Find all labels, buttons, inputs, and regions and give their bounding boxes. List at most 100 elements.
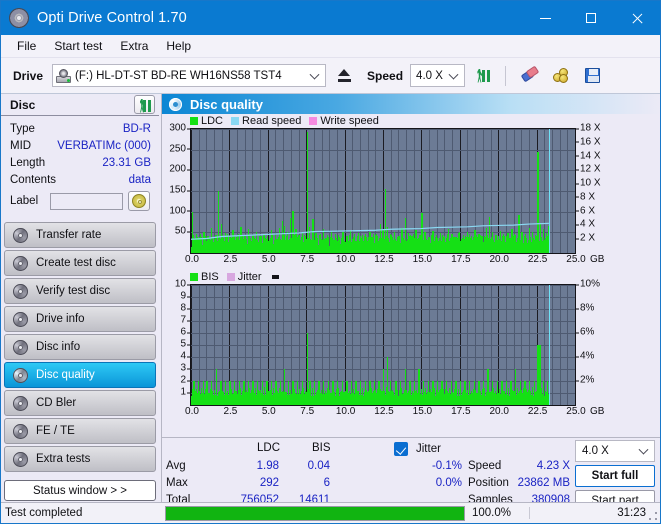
main-panel: Disc quality LDC Read speed Write speed [161,94,660,512]
maximize-icon [586,13,596,23]
disc-quality-icon [169,97,182,111]
sidebar-item-label: FE / TE [36,425,75,437]
legend-swatch [231,117,240,125]
legend-swatch [190,273,198,281]
window-title: Opti Drive Control 1.70 [37,10,187,26]
y2-tick-label: 12 X [576,164,601,175]
sidebar-item-drive-info[interactable]: Drive info [4,306,156,332]
speed-select[interactable]: 4.0 X [410,64,466,87]
y-tick-label: 250 [169,143,190,154]
ldc-plot-area[interactable] [190,128,576,254]
x-axis-unit-label: GB [590,406,605,417]
legend-item-read-speed: Read speed [231,115,301,127]
x-tick-label: 17.5 [451,406,471,417]
sidebar-item-disc-quality[interactable]: Disc quality [4,362,156,388]
stats-row-label-avg: Avg [166,460,186,472]
bis-chart: BIS Jitter 1 2 3 4 5 6 7 8 9 10 2% 4% 6% 8% 10% 0.0 2.… [162,270,660,420]
stats-jitter-avg: -0.1% [431,460,462,472]
status-window-button[interactable]: Status window > > [4,480,156,501]
legend-marker [271,275,279,279]
y-tick-label: 9 [180,291,190,302]
close-button[interactable] [614,1,660,35]
y2-tick-label: 2% [576,375,594,386]
stats-bis-max: 6 [323,477,330,489]
disc-label-input[interactable] [50,192,123,210]
resize-grip-icon[interactable] [648,511,658,521]
sidebar-item-create-test-disc[interactable]: Create test disc [4,250,156,276]
chevron-down-icon [638,444,649,455]
sidebar-item-label: Disc quality [36,369,95,381]
jitter-checkbox[interactable] [394,442,408,456]
start-full-button[interactable]: Start full [575,465,655,487]
menu-item-start-test[interactable]: Start test [45,37,111,55]
erase-button[interactable] [517,63,543,89]
ldc-y-axis-left: 50 100 150 200 250 300 [162,123,190,254]
x-tick-label: 15.0 [412,254,433,265]
drive-select[interactable]: (F:) HL-DT-ST BD-RE WH16NS58 TST4 [52,64,327,87]
drive-select-value: (F:) HL-DT-ST BD-RE WH16NS58 TST4 [75,69,282,82]
position-cursor-line [549,285,551,405]
menu-item-file[interactable]: File [8,37,45,55]
drive-label: Drive [13,68,44,83]
sidebar-item-verify-test-disc[interactable]: Verify test disc [4,278,156,304]
x-tick-label: 20.0 [489,406,509,417]
legend-label: Jitter [237,271,262,283]
save-button[interactable] [579,63,605,89]
minimize-button[interactable] [522,1,568,35]
disc-length-value: 23.31 GB [102,156,151,169]
bis-x-axis: 0.0 2.5 5.0 7.5 10.0 12.5 15.0 17.5 20.0 22.5 25.0… [185,406,616,420]
y-tick-label: 150 [169,185,190,196]
refresh-disc-button[interactable] [134,95,155,114]
disc-type-label: Type [10,122,35,135]
legend-label: Read speed [242,115,302,127]
disc-contents-label: Contents [10,173,57,186]
x-tick-label: 5.0 [261,406,276,417]
x-tick-label: 22.5 [527,406,548,417]
bis-y-axis-right: 2% 4% 6% 8% 10% [576,279,616,406]
refresh-disc-icon [138,98,152,113]
eject-icon [337,69,351,82]
sidebar-item-fe-te[interactable]: FE / TE [4,418,156,444]
maximize-button[interactable] [568,1,614,35]
app-disc-icon [9,8,29,28]
position-cursor-line [549,129,551,253]
y2-tick-label: 14 X [576,150,601,161]
x-tick-label: 15.0 [412,406,433,417]
ldc-x-axis: 0.0 2.5 5.0 7.5 10.0 12.5 15.0 17.5 20.0 22.5 25.0… [185,254,616,268]
sidebar: Disc Type BD-R MID VERBATIMc (000) Lengt… [1,94,159,503]
coins-button[interactable] [548,63,574,89]
sidebar-item-extra-tests[interactable]: Extra tests [4,446,156,472]
sidebar-item-cd-bler[interactable]: CD Bler [4,390,156,416]
legend-label: LDC [201,115,224,127]
sidebar-item-label: Drive info [36,313,85,325]
y-tick-label: 4 [180,351,190,362]
stats-divider [162,437,660,438]
bis-plot-area[interactable] [190,284,576,406]
disc-info-list: Type BD-R MID VERBATIMc (000) Length 23.… [1,116,159,217]
legend-item-jitter: Jitter [226,271,262,283]
menu-item-extra[interactable]: Extra [111,37,157,55]
close-icon [631,12,643,24]
y2-tick-label: 6 X [576,205,595,216]
stats-position-value: 23862 MB [517,477,570,489]
x-tick-label: 2.5 [223,254,238,265]
refresh-drive-button[interactable] [470,63,496,89]
menu-item-help[interactable]: Help [157,37,200,55]
stats-bis-avg: 0.04 [307,460,330,472]
test-speed-select[interactable]: 4.0 X [575,440,655,462]
test-speed-select-value: 4.0 X [582,445,609,457]
legend-label: Write speed [320,115,379,127]
sidebar-item-transfer-rate[interactable]: Transfer rate [4,222,156,248]
page-title: Disc quality [190,96,263,112]
eject-button[interactable] [331,63,357,89]
y2-tick-label: 4% [576,351,594,362]
disc-panel-header: Disc [1,94,159,116]
sidebar-item-label: Verify test disc [36,285,111,297]
sidebar-item-disc-info[interactable]: Disc info [4,334,156,360]
stats-header-bis: BIS [312,442,331,454]
x-tick-label: 12.5 [374,254,394,265]
disc-label-button[interactable] [128,191,150,211]
sidebar-item-label: Extra tests [36,453,91,465]
x-tick-label: 0.0 [185,406,199,417]
drive-toolbar: Drive (F:) HL-DT-ST BD-RE WH16NS58 TST4 … [1,58,660,94]
